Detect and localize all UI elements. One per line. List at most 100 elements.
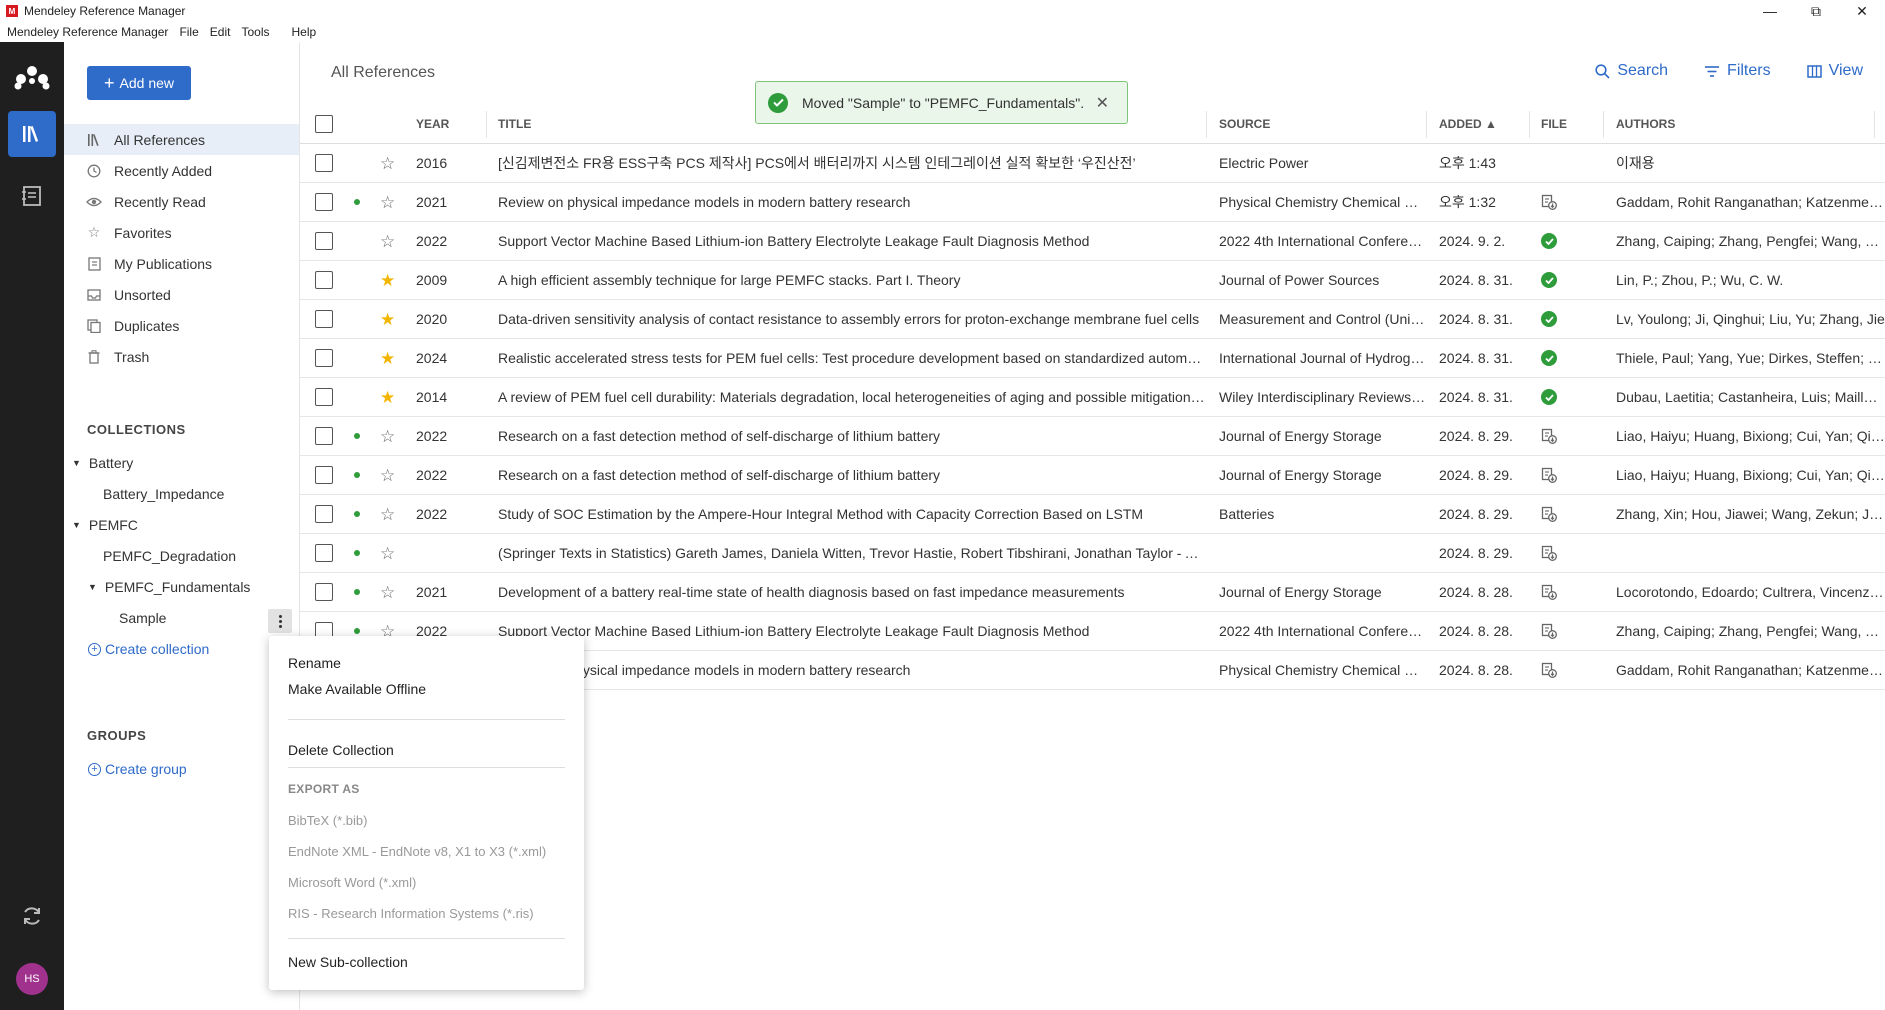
cell-title[interactable]: Support Vector Machine Based Lithium-ion… <box>498 222 1206 260</box>
file-available-icon[interactable] <box>1541 311 1557 327</box>
export-endnote-xml[interactable]: EndNote XML - EndNote v8, X1 to X3 (*.xm… <box>288 844 546 859</box>
table-row[interactable]: ☆ 2022 Support Vector Machine Based Lithiu… <box>300 222 1885 261</box>
export-microsoft-word[interactable]: Microsoft Word (*.xml) <box>288 875 416 890</box>
collection-pemfc[interactable]: ▼ PEMFC <box>72 517 138 533</box>
table-row[interactable]: ☆ 2021 Review on physical impedance models… <box>300 183 1885 222</box>
file-available-icon[interactable] <box>1541 272 1557 288</box>
cell-title[interactable]: Research on a fast detection method of s… <box>498 417 1206 455</box>
nav-duplicates[interactable]: Duplicates <box>64 310 299 341</box>
cell-title[interactable]: Review on physical impedance models in m… <box>498 651 1206 689</box>
cell-title[interactable]: (Springer Texts in Statistics) Gareth Ja… <box>498 534 1206 572</box>
row-checkbox[interactable] <box>315 271 333 289</box>
file-available-icon[interactable] <box>1541 233 1557 249</box>
row-checkbox[interactable] <box>315 349 333 367</box>
file-download-icon[interactable] <box>1541 545 1557 561</box>
file-download-icon[interactable] <box>1541 506 1557 522</box>
favorite-star-icon[interactable]: ☆ <box>380 194 395 211</box>
collection-sample[interactable]: Sample <box>119 610 166 626</box>
file-download-icon[interactable] <box>1541 623 1557 639</box>
cell-title[interactable]: Review on physical impedance models in m… <box>498 183 1206 221</box>
collapse-triangle-icon[interactable]: ▼ <box>72 458 81 468</box>
table-row[interactable]: ☆ 2022 Research on a fast detection method… <box>300 456 1885 495</box>
collection-more-options-button[interactable] <box>268 609 292 633</box>
file-available-icon[interactable] <box>1541 389 1557 405</box>
column-added[interactable]: ADDED ▲ <box>1439 105 1497 143</box>
menu-delete-collection[interactable]: Delete Collection <box>288 742 394 758</box>
menu-help[interactable]: Help <box>291 25 316 39</box>
cell-title[interactable]: A review of PEM fuel cell durability: Ma… <box>498 378 1206 416</box>
menu-edit[interactable]: Edit <box>210 25 231 39</box>
filters-button[interactable]: Filters <box>1704 62 1771 80</box>
collection-pemfc-fundamentals[interactable]: ▼ PEMFC_Fundamentals <box>88 579 250 595</box>
file-download-icon[interactable] <box>1541 194 1557 210</box>
add-new-button[interactable]: + Add new <box>87 66 191 100</box>
column-authors[interactable]: AUTHORS <box>1616 105 1675 143</box>
menu-new-sub-collection[interactable]: New Sub-collection <box>288 954 408 970</box>
menu-app[interactable]: Mendeley Reference Manager <box>7 25 168 39</box>
row-checkbox[interactable] <box>315 232 333 250</box>
column-title[interactable]: TITLE <box>498 105 531 143</box>
create-group-link[interactable]: + Create group <box>88 761 187 777</box>
table-row[interactable]: ★ 2014 A review of PEM fuel cell durabilit… <box>300 378 1885 417</box>
create-collection-link[interactable]: + Create collection <box>88 641 209 657</box>
export-ris[interactable]: RIS - Research Information Systems (*.ri… <box>288 906 534 921</box>
row-checkbox[interactable] <box>315 427 333 445</box>
file-download-icon[interactable] <box>1541 662 1557 678</box>
library-nav-button[interactable] <box>8 111 56 157</box>
favorite-star-icon[interactable]: ★ <box>380 350 395 367</box>
notebook-icon[interactable] <box>20 184 44 208</box>
close-window-button[interactable]: ✕ <box>1839 0 1885 22</box>
favorite-star-icon[interactable]: ★ <box>380 311 395 328</box>
nav-my-publications[interactable]: My Publications <box>64 248 299 279</box>
sync-icon[interactable] <box>20 904 44 928</box>
menu-make-available-offline[interactable]: Make Available Offline <box>288 681 426 697</box>
row-checkbox[interactable] <box>315 154 333 172</box>
row-checkbox[interactable] <box>315 505 333 523</box>
user-avatar[interactable]: HS <box>16 963 48 995</box>
cell-title[interactable]: Realistic accelerated stress tests for P… <box>498 339 1206 377</box>
nav-trash[interactable]: Trash <box>64 341 299 372</box>
cell-title[interactable]: Research on a fast detection method of s… <box>498 456 1206 494</box>
table-row[interactable]: ☆ (Springer Texts in Statistics) Gareth J… <box>300 534 1885 573</box>
file-download-icon[interactable] <box>1541 584 1557 600</box>
row-checkbox[interactable] <box>315 583 333 601</box>
export-bibtex[interactable]: BibTeX (*.bib) <box>288 813 367 828</box>
view-button[interactable]: View <box>1806 62 1863 80</box>
table-row[interactable]: ★ 2020 Data-driven sensitivity analysis of… <box>300 300 1885 339</box>
column-file[interactable]: FILE <box>1541 105 1567 143</box>
favorite-star-icon[interactable]: ☆ <box>380 233 395 250</box>
search-button[interactable]: Search <box>1595 62 1668 80</box>
favorite-star-icon[interactable]: ☆ <box>380 584 395 601</box>
nav-favorites[interactable]: ☆ Favorites <box>64 217 299 248</box>
column-year[interactable]: YEAR <box>416 105 449 143</box>
collapse-triangle-icon[interactable]: ▼ <box>88 582 97 592</box>
nav-all-references[interactable]: All References <box>64 124 299 155</box>
collection-battery[interactable]: ▼ Battery <box>72 455 133 471</box>
close-toast-icon[interactable]: ✕ <box>1096 93 1109 113</box>
cell-title[interactable]: Data-driven sensitivity analysis of cont… <box>498 300 1206 338</box>
cell-title[interactable]: Study of SOC Estimation by the Ampere-Ho… <box>498 495 1206 533</box>
menu-file[interactable]: File <box>179 25 198 39</box>
table-row[interactable]: ★ 2009 A high efficient assembly technique… <box>300 261 1885 300</box>
row-checkbox[interactable] <box>315 388 333 406</box>
minimize-button[interactable]: — <box>1747 0 1793 22</box>
nav-unsorted[interactable]: Unsorted <box>64 279 299 310</box>
file-download-icon[interactable] <box>1541 428 1557 444</box>
table-row[interactable]: ☆ 2016 [신김제변전소 FR용 ESS구축 PCS 제작사] PCS에서 배터… <box>300 144 1885 183</box>
table-row[interactable]: ☆ 2022 Study of SOC Estimation by the Ampe… <box>300 495 1885 534</box>
table-row[interactable]: ☆ 2022 Research on a fast detection method… <box>300 417 1885 456</box>
favorite-star-icon[interactable]: ★ <box>380 389 395 406</box>
collection-battery-impedance[interactable]: Battery_Impedance <box>103 486 224 502</box>
table-row[interactable]: ☆ 2021 Development of a battery real-time … <box>300 573 1885 612</box>
nav-recently-read[interactable]: Recently Read <box>64 186 299 217</box>
row-checkbox[interactable] <box>315 310 333 328</box>
column-source[interactable]: SOURCE <box>1219 105 1270 143</box>
cell-title[interactable]: A high efficient assembly technique for … <box>498 261 1206 299</box>
cell-title[interactable]: Support Vector Machine Based Lithium-ion… <box>498 612 1206 650</box>
cell-title[interactable]: Development of a battery real-time state… <box>498 573 1206 611</box>
favorite-star-icon[interactable]: ☆ <box>380 155 395 172</box>
favorite-star-icon[interactable]: ☆ <box>380 506 395 523</box>
restore-button[interactable]: ⧉ <box>1793 0 1839 22</box>
row-checkbox[interactable] <box>315 466 333 484</box>
favorite-star-icon[interactable]: ☆ <box>380 467 395 484</box>
